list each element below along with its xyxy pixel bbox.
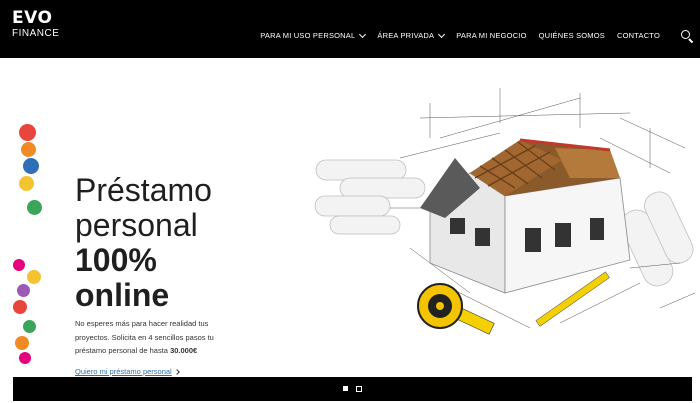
top-navigation-bar: EVO FINANCE PARA MI USO PERSONAL ÁREA PR… [0,0,700,58]
carousel-dot-2[interactable] [356,386,362,392]
decorative-color-dots [13,124,43,394]
nav-item-personal-use[interactable]: PARA MI USO PERSONAL [260,30,367,40]
decorative-dot [19,124,36,141]
decorative-dot [27,200,42,215]
decorative-dot [23,158,39,174]
evo-finance-logo[interactable]: EVO FINANCE [12,10,59,39]
chevron-down-icon [438,30,446,38]
decorative-dot [13,259,25,271]
decorative-dot [13,300,27,314]
decorative-dot [17,284,30,297]
nav-item-label: CONTACTO [617,31,660,40]
headline-line-4: online [75,277,170,313]
headline-line-3: 100% [75,242,157,278]
headline-line-1: Préstamo [75,172,212,208]
decorative-dot [23,320,36,333]
nav-item-about-us[interactable]: QUIÉNES SOMOS [539,31,605,40]
nav-item-contact[interactable]: CONTACTO [617,31,660,40]
chevron-right-icon [173,368,180,375]
search-icon[interactable] [680,29,694,44]
nav-item-private-area[interactable]: ÁREA PRIVADA [377,30,446,40]
hero-banner: Préstamo personal 100% online No esperes… [0,58,700,377]
carousel-dot-1[interactable] [343,386,348,391]
main-nav: PARA MI USO PERSONAL ÁREA PRIVADA PARA M… [260,30,660,40]
decorative-dot [19,352,31,364]
nav-item-label: ÁREA PRIVADA [377,31,435,40]
decorative-dot [19,176,34,191]
nav-item-label: PARA MI USO PERSONAL [260,31,356,40]
loan-amount: 30.000€ [170,346,198,355]
loan-cta-link[interactable]: Quiero mi préstamo personal [75,367,180,376]
hero-description: No esperes más para hacer realidad tus p… [75,317,290,358]
decorative-dot [27,270,41,284]
logo-line-1: EVO [12,8,53,28]
tape-measure [417,283,495,335]
nav-item-label: PARA MI NEGOCIO [456,31,527,40]
decorative-dot [15,336,29,350]
logo-line-2: FINANCE [12,28,60,39]
description-line-2: proyectos. Solicita en 4 sencillos pasos… [75,332,214,342]
chevron-down-icon [359,30,367,38]
decorative-dot [21,142,36,157]
description-line-3: préstamo personal de hasta [75,346,171,355]
hero-headline: Préstamo personal 100% online [75,173,212,313]
nav-item-business[interactable]: PARA MI NEGOCIO [456,31,526,40]
carousel-control-bar [13,377,692,401]
headline-line-2: personal [75,207,198,243]
nav-item-label: QUIÉNES SOMOS [538,31,605,40]
cta-label: Quiero mi préstamo personal [75,367,172,376]
house-blueprint-illustration [314,88,696,335]
description-line-1: No esperes más para hacer realidad tus [75,319,209,328]
